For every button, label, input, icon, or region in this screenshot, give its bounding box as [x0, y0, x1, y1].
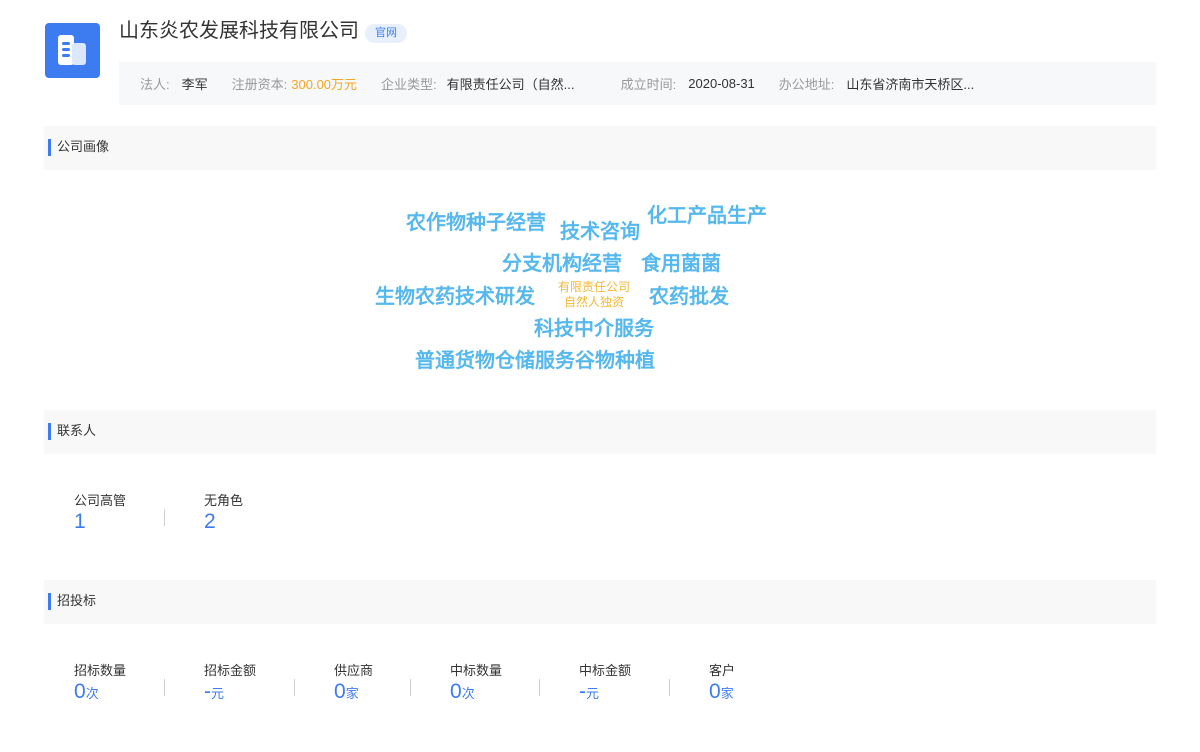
section-company-profile: 公司画像: [44, 126, 1156, 170]
section-accent-bar: [48, 593, 51, 610]
founded-date-label: 成立时间:: [620, 77, 677, 92]
stat-value: -: [579, 680, 586, 703]
stat-unit: 元: [211, 686, 225, 701]
stat-value: 1: [74, 510, 86, 533]
stat-unit: 次: [85, 686, 99, 701]
stat-label: 供应商: [334, 663, 374, 678]
stat-value: 0: [709, 680, 721, 703]
company-info-bar: 法人: 李军 注册资本: 300.00万元 企业类型: 有限责任公司（自然...…: [119, 62, 1156, 105]
stat-value: -: [204, 680, 211, 703]
tag-fungi: 食用菌菌: [641, 253, 721, 275]
office-address: 办公地址: 山东省济南市天桥区...: [779, 74, 974, 93]
divider: [164, 679, 165, 696]
stat-label: 无角色: [204, 493, 244, 508]
building-icon: [58, 35, 86, 65]
stat-label: 招标数量: [74, 663, 127, 678]
tag-pesticide-wholesale: 农药批发: [649, 286, 729, 308]
stat-supplier[interactable]: 供应商 0家: [334, 663, 373, 707]
registered-capital-label: 注册资本:: [231, 77, 288, 92]
company-type-label: 企业类型:: [381, 77, 437, 92]
stat-win-count[interactable]: 中标数量 0次: [450, 663, 502, 707]
founded-date: 成立时间: 2020-08-31: [621, 74, 755, 93]
section-accent-bar: [48, 139, 51, 156]
stat-unit: 家: [345, 686, 359, 701]
stat-label: 公司高管: [74, 493, 127, 508]
section-contacts: 联系人: [44, 410, 1156, 454]
tag-biopesticide: 生物农药技术研发: [375, 286, 535, 308]
tag-tech-intermediary: 科技中介服务: [534, 318, 654, 340]
company-type-value: 有限责任公司（自然...: [446, 77, 575, 92]
tag-chem-production: 化工产品生产: [647, 205, 767, 227]
stat-value: 0: [74, 680, 86, 703]
tag-crop-seed: 农作物种子经营: [406, 212, 546, 234]
tag-cloud: 农作物种子经营 技术咨询 化工产品生产 分支机构经营 食用菌菌 生物农药技术研发…: [0, 0, 1200, 752]
registered-capital: 注册资本: 300.00万元: [232, 74, 357, 93]
stat-customer[interactable]: 客户 0家: [709, 663, 735, 707]
divider: [539, 679, 540, 696]
stat-label: 客户: [709, 663, 736, 678]
stat-tender-amount[interactable]: 招标金额 -元: [204, 663, 256, 707]
stat-unit: 家: [720, 686, 734, 701]
company-type: 企业类型: 有限责任公司（自然...: [381, 74, 597, 93]
company-logo: [45, 23, 100, 78]
founded-date-value: 2020-08-31: [688, 76, 755, 91]
stat-value: 0: [450, 680, 462, 703]
section-title: 公司画像: [57, 139, 110, 154]
legal-person: 法人: 李军: [140, 74, 208, 93]
divider: [294, 679, 295, 696]
tag-company-type-line2: 自然人独资: [564, 295, 625, 309]
stat-value: 0: [334, 680, 346, 703]
company-name: 山东炎农发展科技有限公司: [119, 20, 359, 42]
official-website-link[interactable]: 官网: [365, 24, 407, 43]
section-bidding: 招投标: [44, 580, 1156, 624]
divider: [669, 679, 670, 696]
stat-label: 中标数量: [450, 663, 503, 678]
section-title: 招投标: [57, 593, 97, 608]
tag-storage-grain: 普通货物仓储服务谷物种植: [415, 350, 655, 372]
tag-tech-consult: 技术咨询: [560, 221, 640, 243]
tag-company-type: 有限责任公司 自然人独资: [558, 280, 630, 310]
office-address-label: 办公地址:: [778, 77, 835, 92]
stat-unit: 元: [586, 686, 600, 701]
legal-person-label: 法人:: [140, 77, 170, 92]
stat-value: 2: [204, 510, 216, 533]
stat-win-amount[interactable]: 中标金额 -元: [579, 663, 631, 707]
section-accent-bar: [48, 423, 51, 440]
tag-company-type-line1: 有限责任公司: [558, 280, 631, 294]
divider: [410, 679, 411, 696]
stat-tender-count[interactable]: 招标数量 0次: [74, 663, 126, 707]
office-address-value: 山东省济南市天桥区...: [846, 77, 975, 92]
stat-executives[interactable]: 公司高管 1: [74, 493, 126, 535]
registered-capital-value: 300.00万元: [291, 77, 358, 92]
stat-no-role[interactable]: 无角色 2: [204, 493, 243, 535]
section-title: 联系人: [57, 423, 97, 438]
tag-branch: 分支机构经营: [502, 253, 622, 275]
legal-person-value[interactable]: 李军: [182, 74, 208, 93]
stat-label: 招标金额: [204, 663, 257, 678]
stat-unit: 次: [461, 686, 475, 701]
divider: [164, 509, 165, 526]
stat-label: 中标金额: [579, 663, 632, 678]
